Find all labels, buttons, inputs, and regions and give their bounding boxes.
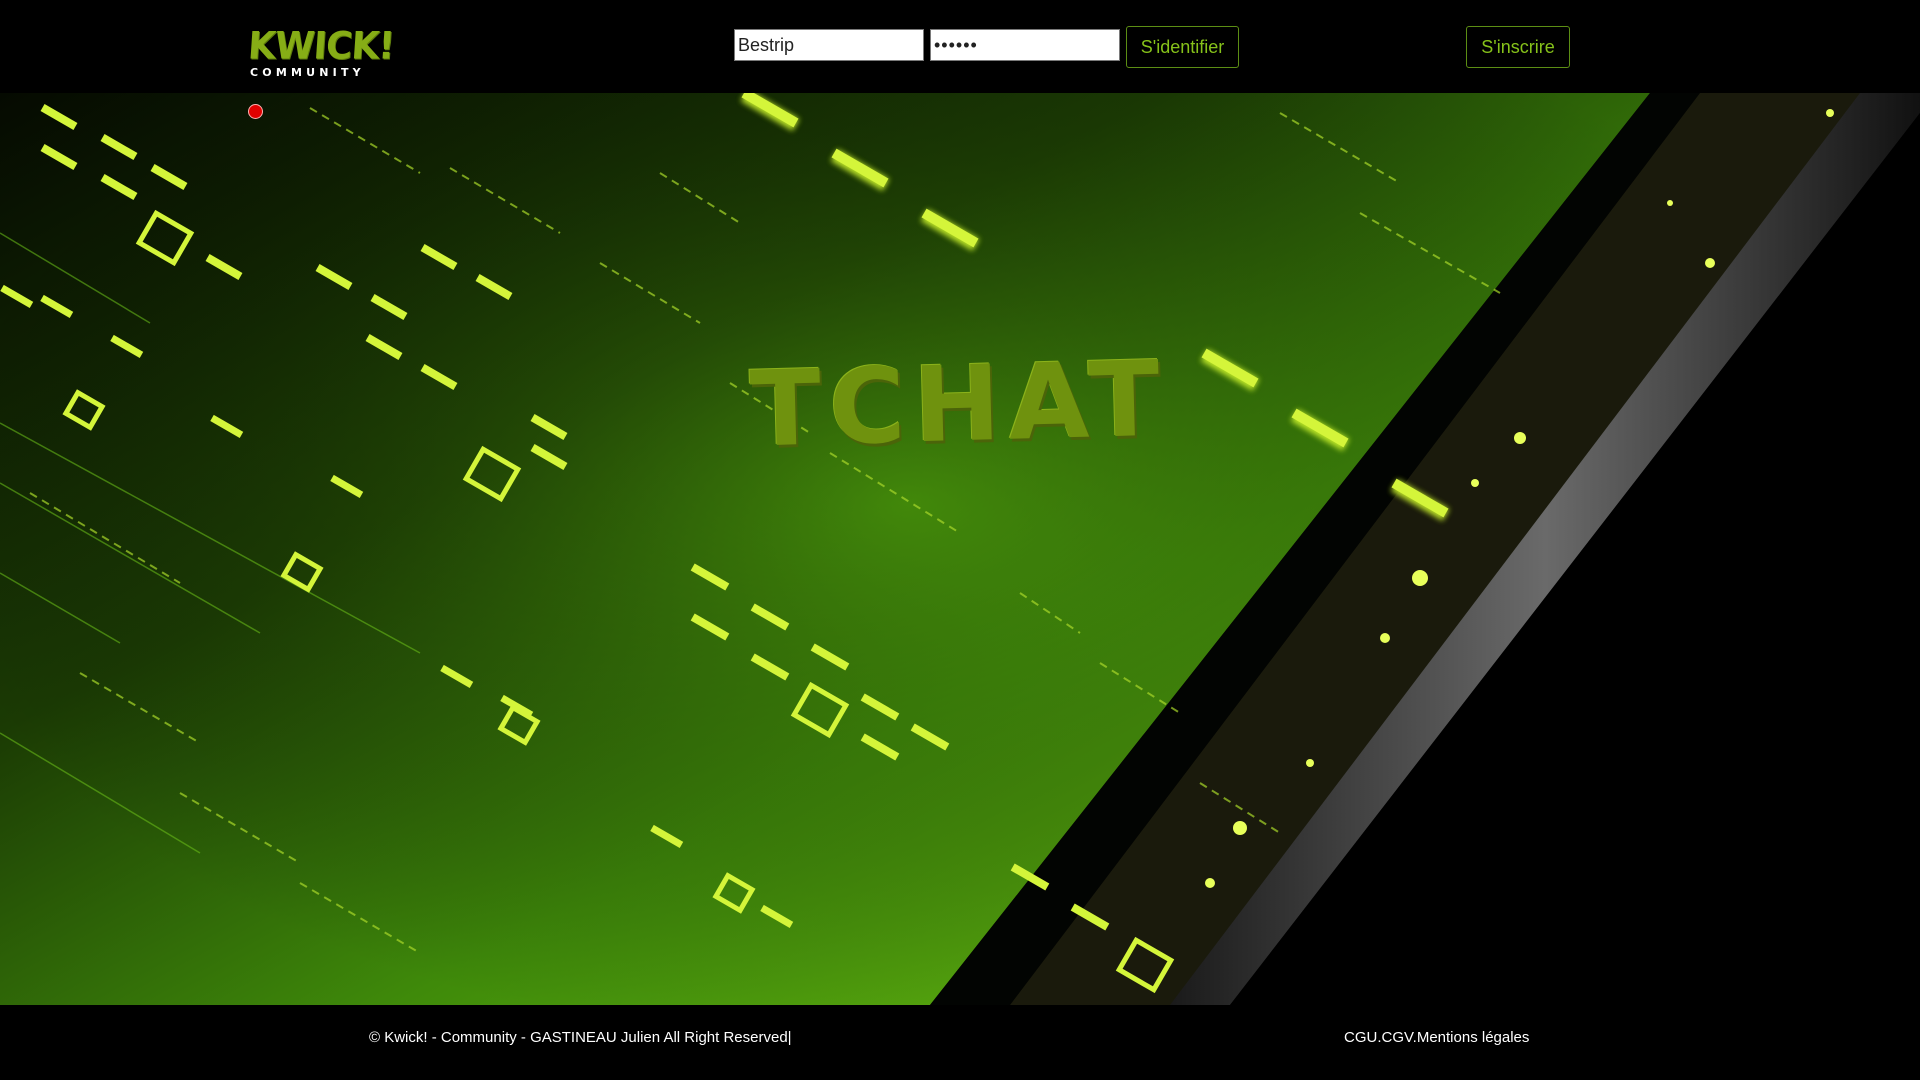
password-input[interactable] <box>930 29 1120 61</box>
hero-background-art <box>0 93 1920 1005</box>
cgu-link[interactable]: CGU <box>1344 1029 1377 1046</box>
legal-links: CGU.CGV.Mentions légales <box>1344 1029 1529 1046</box>
kwick-logo[interactable]: KWICK! COMMUNITY <box>247 25 396 80</box>
logo-text: KWICK! <box>246 24 396 69</box>
login-button[interactable]: S'identifier <box>1126 26 1239 68</box>
mentions-legales-link[interactable]: Mentions légales <box>1417 1029 1530 1046</box>
status-dot <box>248 104 263 119</box>
cgv-link[interactable]: CGV <box>1382 1029 1413 1046</box>
header: KWICK! COMMUNITY S'identifier S'inscrire <box>0 0 1920 93</box>
hero-banner: TCHAT <box>0 93 1920 1005</box>
copyright-text: © Kwick! - Community - GASTINEAU Julien … <box>369 1029 792 1046</box>
username-input[interactable] <box>734 29 924 61</box>
register-button[interactable]: S'inscrire <box>1466 26 1570 68</box>
logo-subtext: COMMUNITY <box>250 66 365 79</box>
hero-title: TCHAT <box>748 337 1170 471</box>
page: KWICK! COMMUNITY S'identifier S'inscrire <box>0 0 1920 1080</box>
footer: © Kwick! - Community - GASTINEAU Julien … <box>0 1005 1920 1080</box>
